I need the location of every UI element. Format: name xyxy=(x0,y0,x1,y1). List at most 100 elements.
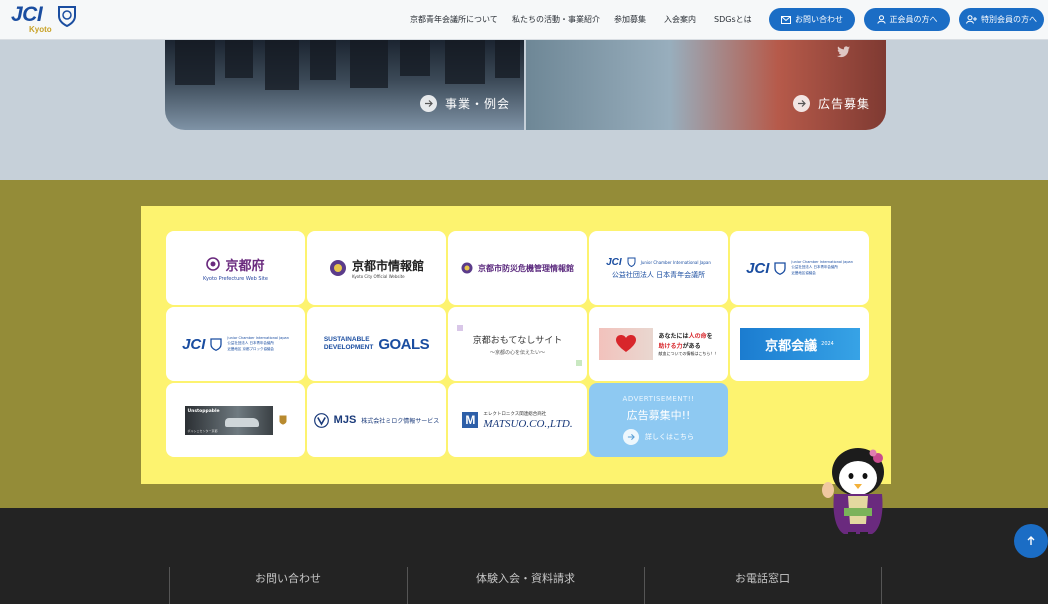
jci-japan-title: 公益社団法人 日本青年会議所 xyxy=(611,270,706,279)
jci-emblem-icon xyxy=(774,261,787,275)
blood-text-2b: がある xyxy=(682,343,701,350)
advertising-banner-label: 広告募集 xyxy=(818,97,871,111)
footer-phone[interactable]: お電話窓口 xyxy=(644,570,881,586)
jci-emblem-icon xyxy=(58,6,76,27)
matsuo-link[interactable]: M エレクトロニクス関連総合商社 MATSUO.CO.,LTD. xyxy=(448,383,587,457)
footer-trial-request[interactable]: 体験入会・資料請求 xyxy=(407,570,644,586)
scroll-to-top-button[interactable] xyxy=(1014,524,1048,558)
jci-kinki-sub3: 近畿地区協議会 xyxy=(791,271,816,275)
kyoto-city-title: 京都市情報館 xyxy=(351,259,424,273)
kyoto-pref-title: 京都府 xyxy=(225,258,265,274)
advertising-banner[interactable]: 広告募集 xyxy=(526,40,886,130)
jci-block-logo: JCI xyxy=(182,335,206,353)
site-header: JCI Kyoto 京都青年会議所について 私たちの活動・事業紹介 参加募集 入… xyxy=(0,0,1048,40)
kyoto-pref-emblem-icon xyxy=(206,257,221,271)
sdgs-goals: GOALS xyxy=(378,335,430,353)
events-banner[interactable]: 事業・例会 xyxy=(165,40,524,130)
mjs-name: 株式会社ミロク情報サービス xyxy=(361,417,440,425)
heart-icon xyxy=(615,335,636,352)
arrow-right-icon xyxy=(623,429,639,445)
special-member-button-label: 特別会員の方へ xyxy=(981,15,1037,24)
ad-title: 広告募集中!! xyxy=(626,409,691,422)
mjs-logo: MJS xyxy=(333,414,357,426)
advertising-banner-label-wrap: 広告募集 xyxy=(793,95,870,112)
kyoto-kaigi-link[interactable]: 京都会議 2024 xyxy=(730,307,869,381)
contact-button[interactable]: お問い合わせ xyxy=(769,8,855,31)
member-button[interactable]: 正会員の方へ xyxy=(864,8,950,31)
kyoto-kaigi-banner: 京都会議 2024 xyxy=(739,328,860,360)
jci-kinki-sub2: 公益社団法人 日本青年会議所 xyxy=(791,265,839,269)
jci-japan-logo: JCI xyxy=(606,256,622,268)
porsche-link[interactable]: Unstoppable ポルシェセンター京都 xyxy=(166,383,305,457)
kyoto-kaigi-year: 2024 xyxy=(821,341,834,347)
nav-membership[interactable]: 入会案内 xyxy=(664,14,696,25)
logo-subtitle: Kyoto xyxy=(29,25,52,34)
kyoto-prefecture-link[interactable]: 京都府 Kyoto Prefecture Web Site xyxy=(166,231,305,305)
decoration xyxy=(576,359,583,366)
blood-text-3: 献血についての情報はこちら！！ xyxy=(658,351,719,356)
mjs-link[interactable]: MJS 株式会社ミロク情報サービス xyxy=(307,383,446,457)
porsche-image: Unstoppable ポルシェセンター京都 xyxy=(184,405,273,435)
jci-kinki-logo: JCI xyxy=(746,259,770,277)
decoration xyxy=(456,324,463,331)
logo-text: JCI xyxy=(11,3,43,26)
kyoto-city-sub: Kyoto City Official Website xyxy=(351,274,405,279)
arrow-right-icon xyxy=(420,95,437,112)
jci-block-sub2: 公益社団法人 日本青年会議所 xyxy=(227,341,275,345)
omotenashi-link[interactable]: 京都おもてなしサイト ～京都の心を伝えたい～ xyxy=(448,307,587,381)
nav-sdgs[interactable]: SDGsとは xyxy=(714,14,752,25)
omotenashi-sub: ～京都の心を伝えたい～ xyxy=(489,350,545,356)
jci-emblem-icon xyxy=(627,257,636,267)
sponsor-panel: 京都府 Kyoto Prefecture Web Site 京都市情報館 Kyo… xyxy=(141,206,891,484)
omotenashi-title: 京都おもてなしサイト xyxy=(472,334,563,345)
blood-text-1b: 人の命 xyxy=(688,333,707,340)
kyoto-pref-sub: Kyoto Prefecture Web Site xyxy=(203,275,268,282)
events-banner-label: 事業・例会 xyxy=(445,97,511,111)
porsche-sub: ポルシェセンター京都 xyxy=(187,428,218,433)
jci-kinki-link[interactable]: JCI Junior Chamber International Japan 公… xyxy=(730,231,869,305)
user-plus-icon xyxy=(966,15,977,24)
porsche-crest-icon xyxy=(279,415,286,425)
jci-block-sub: Junior Chamber International Japan xyxy=(227,336,289,340)
kyoto-kaigi-title: 京都会議 xyxy=(765,338,818,354)
nav-participation[interactable]: 参加募集 xyxy=(614,14,646,25)
matsuo-name: MATSUO.CO.,LTD. xyxy=(483,417,573,430)
jci-block-link[interactable]: JCI Junior Chamber International Japan 公… xyxy=(166,307,305,381)
kyoto-city-link[interactable]: 京都市情報館 Kyoto City Official Website xyxy=(307,231,446,305)
matsuo-sub: エレクトロニクス関連総合商社 xyxy=(483,411,547,417)
sdgs-line1: SUSTAINABLE xyxy=(323,336,370,343)
jci-kyoto-logo[interactable]: JCI Kyoto xyxy=(11,3,81,37)
user-icon xyxy=(876,15,886,24)
car-shape xyxy=(224,417,259,427)
jci-japan-sub: Junior Chamber International Japan xyxy=(640,259,711,265)
jci-japan-link[interactable]: JCI Junior Chamber International Japan 公… xyxy=(589,231,728,305)
porsche-tag: Unstoppable xyxy=(187,408,220,414)
blood-text-1c: を xyxy=(706,333,713,340)
member-button-label: 正会員の方へ xyxy=(889,15,938,24)
footer-divider xyxy=(881,567,882,604)
maiko-mascot-icon xyxy=(822,448,884,536)
mail-icon xyxy=(781,15,791,24)
footer-contact[interactable]: お問い合わせ xyxy=(169,570,407,586)
blood-donation-link[interactable]: あなたには人の命を 助ける力がある 献血についての情報はこちら！！ xyxy=(589,307,728,381)
arrow-right-icon xyxy=(793,95,810,112)
sdgs-line2: DEVELOPMENT xyxy=(323,344,374,351)
nav-activities[interactable]: 私たちの活動・事業紹介 xyxy=(512,14,600,25)
arrow-up-icon xyxy=(1027,536,1035,545)
blood-text-2a: 助ける力 xyxy=(658,343,683,350)
blood-image xyxy=(598,328,653,360)
contact-button-label: お問い合わせ xyxy=(795,15,843,24)
special-member-button[interactable]: 特別会員の方へ xyxy=(959,8,1044,31)
jci-kinki-sub: Junior Chamber International Japan xyxy=(791,260,853,264)
events-banner-label-wrap: 事業・例会 xyxy=(420,95,510,112)
advertisement-card[interactable]: ADVERTISEMENT!! 広告募集中!! 詳しくはこちら xyxy=(589,383,728,457)
twitter-icon xyxy=(836,46,850,58)
blood-text-1a: あなたには xyxy=(658,333,689,340)
disaster-info-link[interactable]: 京都市防災危機管理情報館 xyxy=(448,231,587,305)
sdgs-link[interactable]: SUSTAINABLE DEVELOPMENT GOALS xyxy=(307,307,446,381)
jci-block-sub3: 近畿地区 京都ブロック協議会 xyxy=(227,347,275,351)
kyoto-city-emblem-icon xyxy=(461,262,473,274)
banner-section: 事業・例会 広告募集 xyxy=(0,40,1048,180)
ad-details-link[interactable]: 詳しくはこちら xyxy=(623,429,694,445)
nav-about[interactable]: 京都青年会議所について xyxy=(410,14,498,25)
